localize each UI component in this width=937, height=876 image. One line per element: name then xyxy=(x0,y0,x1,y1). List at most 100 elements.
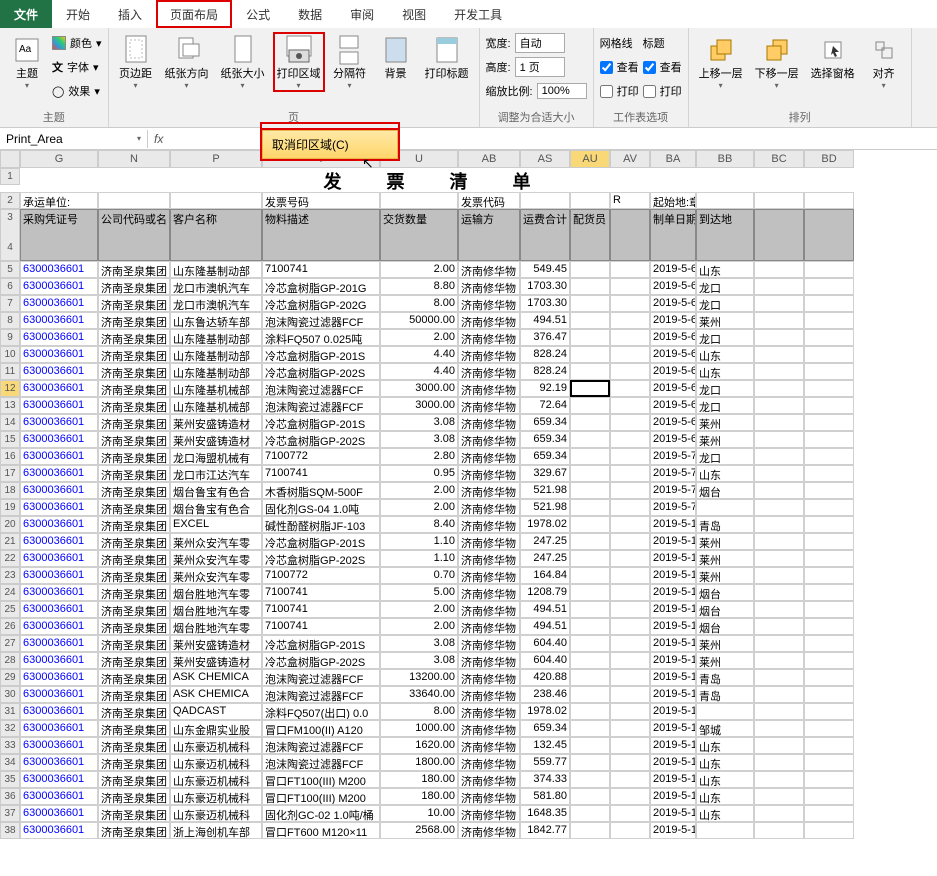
cell[interactable] xyxy=(610,788,650,805)
cell[interactable]: 山东隆基制动部 xyxy=(170,363,262,380)
cell[interactable]: 7100772 xyxy=(262,448,380,465)
row-header[interactable]: 24 xyxy=(0,584,20,601)
cell[interactable]: 2019-5-6 xyxy=(650,295,696,312)
cell[interactable]: 冒口FT100(III) M200 xyxy=(262,771,380,788)
cell[interactable]: 济南修华物 xyxy=(458,465,520,482)
cell[interactable]: 山东豪迈机械科 xyxy=(170,771,262,788)
cell[interactable] xyxy=(570,771,610,788)
row-header[interactable]: 22 xyxy=(0,550,20,567)
cell[interactable]: 2019-5-7 xyxy=(650,499,696,516)
cell[interactable] xyxy=(610,822,650,839)
cell[interactable]: 2019-5-6 xyxy=(650,261,696,278)
cell[interactable]: 6300036601 xyxy=(20,363,98,380)
cell[interactable] xyxy=(804,686,854,703)
cell[interactable] xyxy=(754,482,804,499)
cell[interactable]: 山东隆基制动部 xyxy=(170,261,262,278)
cell[interactable]: 泡沫陶瓷过滤器FCF xyxy=(262,686,380,703)
cell[interactable]: 3.08 xyxy=(380,635,458,652)
cell[interactable]: 济南修华物 xyxy=(458,499,520,516)
col-header[interactable]: AV xyxy=(610,150,650,168)
cell[interactable]: 山东隆基制动部 xyxy=(170,329,262,346)
col-header[interactable]: G xyxy=(20,150,98,168)
cell[interactable] xyxy=(610,312,650,329)
col-header[interactable] xyxy=(0,150,20,168)
papersize-button[interactable]: 纸张大小▾ xyxy=(217,32,269,92)
row-header[interactable]: 18 xyxy=(0,482,20,499)
fx-icon[interactable]: fx xyxy=(148,132,169,146)
cell[interactable]: 济南修华物 xyxy=(458,363,520,380)
cell[interactable] xyxy=(754,261,804,278)
cell[interactable]: 4.40 xyxy=(380,346,458,363)
cell[interactable]: 莱州众安汽车零 xyxy=(170,567,262,584)
col-header[interactable]: BC xyxy=(754,150,804,168)
cell[interactable]: 冒口FT100(III) M200 xyxy=(262,788,380,805)
cell[interactable]: 6300036601 xyxy=(20,788,98,805)
cell[interactable]: 6300036601 xyxy=(20,584,98,601)
cell[interactable]: 521.98 xyxy=(520,482,570,499)
cell[interactable]: 1978.02 xyxy=(520,703,570,720)
col-header[interactable]: N xyxy=(98,150,170,168)
cell[interactable] xyxy=(804,380,854,397)
cell[interactable]: 济南圣泉集团 xyxy=(98,754,170,771)
cell[interactable] xyxy=(804,346,854,363)
row-header[interactable]: 26 xyxy=(0,618,20,635)
head-print-check[interactable] xyxy=(643,85,656,98)
cell[interactable]: 莱州安盛铸造材 xyxy=(170,635,262,652)
cell[interactable]: 2019-5-10 xyxy=(650,720,696,737)
cell[interactable] xyxy=(804,516,854,533)
cell[interactable]: 6300036601 xyxy=(20,771,98,788)
cell[interactable]: 8.40 xyxy=(380,516,458,533)
cell[interactable]: 龙口市江达汽车 xyxy=(170,465,262,482)
cell[interactable]: 山东鲁达轿车部 xyxy=(170,312,262,329)
row-header[interactable]: 35 xyxy=(0,771,20,788)
cell[interactable] xyxy=(610,516,650,533)
cell[interactable]: 6300036601 xyxy=(20,754,98,771)
cell[interactable]: 山东豪迈机械科 xyxy=(170,805,262,822)
cell[interactable]: 冒口FM100(II) A120 xyxy=(262,720,380,737)
cell[interactable]: 冷芯盒树脂GP-202G xyxy=(262,295,380,312)
cell[interactable] xyxy=(570,516,610,533)
cell[interactable]: 180.00 xyxy=(380,771,458,788)
tab-insert[interactable]: 插入 xyxy=(104,0,156,28)
cell[interactable]: 238.46 xyxy=(520,686,570,703)
cell[interactable]: 1703.30 xyxy=(520,295,570,312)
cell[interactable]: 2019-5-6 xyxy=(650,329,696,346)
cell[interactable]: 132.45 xyxy=(520,737,570,754)
cell[interactable]: 烟台胜地汽车零 xyxy=(170,601,262,618)
cell[interactable]: 邹城 xyxy=(696,720,754,737)
cell[interactable]: 莱州 xyxy=(696,635,754,652)
tab-formula[interactable]: 公式 xyxy=(232,0,284,28)
col-header[interactable]: AB xyxy=(458,150,520,168)
cell[interactable] xyxy=(570,703,610,720)
cell[interactable]: 烟台鲁宝有色合 xyxy=(170,499,262,516)
cell[interactable]: 549.45 xyxy=(520,261,570,278)
cell[interactable]: 济南圣泉集团 xyxy=(98,363,170,380)
cell[interactable]: 青岛 xyxy=(696,686,754,703)
cell[interactable]: 龙口 xyxy=(696,278,754,295)
row-header[interactable]: 32 xyxy=(0,720,20,737)
cell[interactable]: 7100772 xyxy=(262,567,380,584)
spreadsheet-grid[interactable]: GNPTUABASAUAVBABBBCBD1发 票 清 单2承运单位:发票号码发… xyxy=(0,150,937,839)
cell[interactable]: 6300036601 xyxy=(20,720,98,737)
cell[interactable]: 济南修华物 xyxy=(458,771,520,788)
cell[interactable] xyxy=(610,601,650,618)
cell[interactable] xyxy=(754,363,804,380)
cell[interactable] xyxy=(804,771,854,788)
cell[interactable]: 604.40 xyxy=(520,652,570,669)
cell[interactable] xyxy=(610,805,650,822)
cell[interactable] xyxy=(804,431,854,448)
cell[interactable]: 济南圣泉集团 xyxy=(98,346,170,363)
cell[interactable]: 冷芯盒树脂GP-202S xyxy=(262,550,380,567)
row-header[interactable]: 37 xyxy=(0,805,20,822)
cell[interactable]: 济南圣泉集团 xyxy=(98,584,170,601)
cell[interactable] xyxy=(570,618,610,635)
cell[interactable]: 冷芯盒树脂GP-202S xyxy=(262,431,380,448)
cell[interactable] xyxy=(570,346,610,363)
cell[interactable]: 2.00 xyxy=(380,601,458,618)
cell[interactable]: 山东豪迈机械科 xyxy=(170,788,262,805)
cell[interactable]: 莱州安盛铸造材 xyxy=(170,414,262,431)
cell[interactable] xyxy=(754,788,804,805)
cell[interactable] xyxy=(570,448,610,465)
cell[interactable]: 济南修华物 xyxy=(458,601,520,618)
cell[interactable]: 济南圣泉集团 xyxy=(98,312,170,329)
